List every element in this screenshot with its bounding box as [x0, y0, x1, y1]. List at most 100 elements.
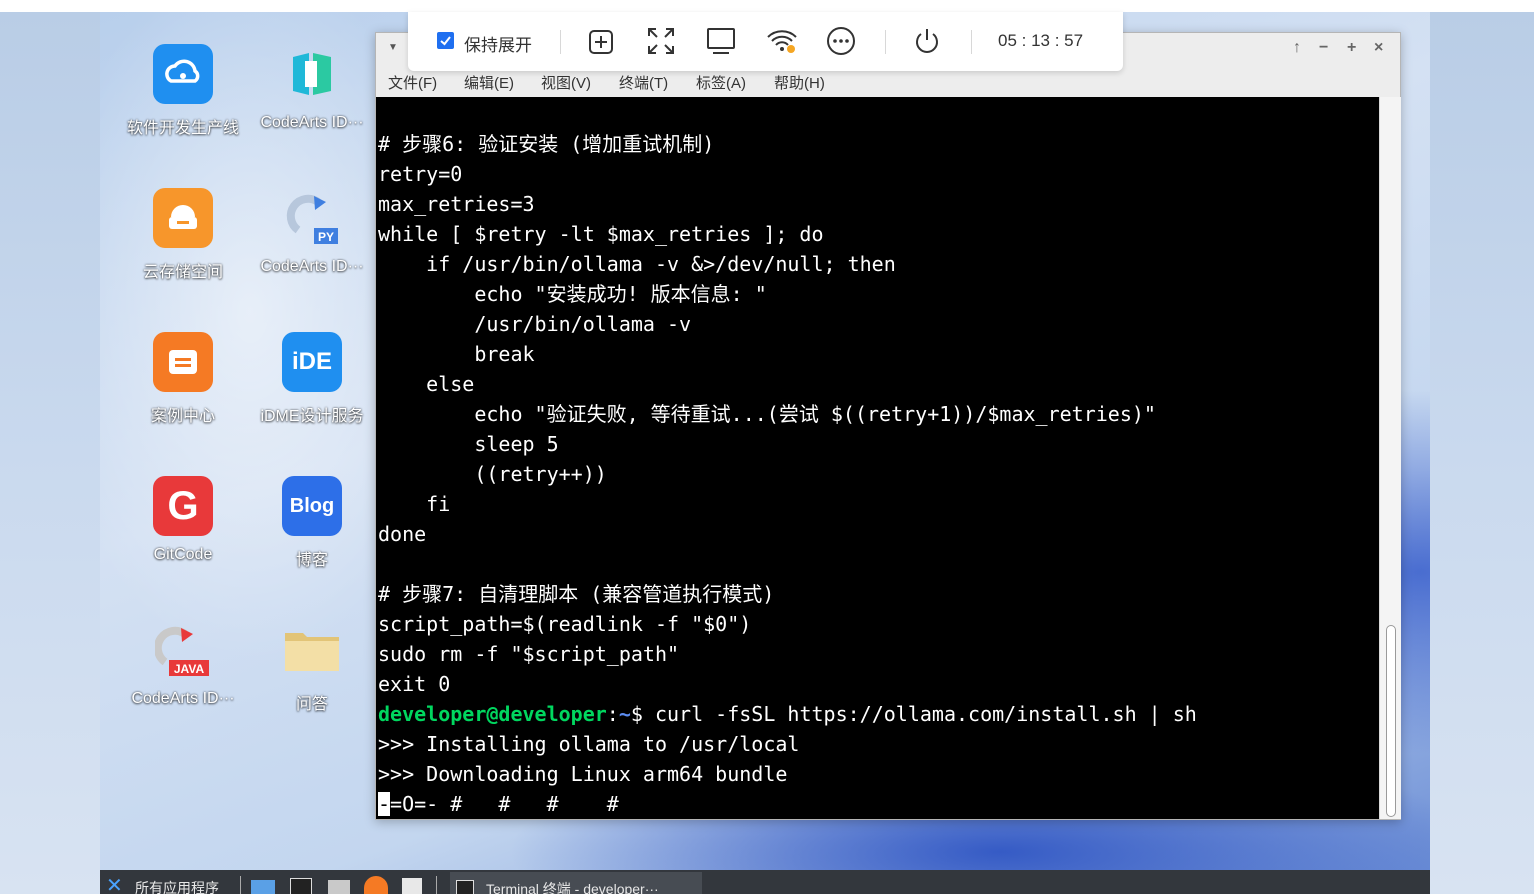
blog-icon: Blog — [282, 476, 342, 536]
keep-expanded-label[interactable]: 保持展开 — [464, 31, 532, 56]
codearts-java-icon: JAVA — [153, 620, 213, 680]
add-window-icon[interactable] — [585, 26, 615, 56]
desktop-icon-label: 软件开发生产线 — [126, 120, 239, 137]
wifi-icon[interactable] — [766, 26, 797, 56]
taskbar-divider — [240, 876, 241, 894]
minimize-icon[interactable]: − — [1319, 39, 1328, 57]
all-apps-button[interactable]: 所有应用程序 — [135, 878, 219, 894]
prompt-command: curl -fsSL https://ollama.com/install.sh… — [642, 702, 1197, 726]
desktop-icon-cloud-storage[interactable]: 云存储空间 — [119, 188, 247, 282]
menu-help[interactable]: 帮助(H) — [774, 72, 825, 93]
code-line: # 步骤7: 自清理脚本 (兼容管道执行模式) — [378, 582, 775, 606]
desktop-icon-gitcode[interactable]: G GitCode — [119, 476, 247, 564]
code-line: sleep 5 — [378, 432, 559, 456]
code-line: done — [378, 522, 427, 546]
taskbar-window-terminal[interactable]: Terminal 终端 - developer··· — [450, 872, 702, 894]
menu-view[interactable]: 视图(V) — [541, 72, 591, 93]
code-line: sudo rm -f "$script_path" — [378, 642, 680, 666]
toolbar-divider — [885, 30, 886, 54]
taskbar-window-label: Terminal 终端 - developer··· — [486, 881, 659, 894]
remote-toolbar: 保持展开 05 : 13 : 57 — [408, 12, 1123, 71]
close-icon[interactable]: × — [1374, 39, 1383, 57]
desktop-icon-idme[interactable]: iDE iDME设计服务 — [248, 332, 376, 426]
maximize-icon[interactable]: + — [1347, 39, 1356, 57]
output-line: >>> Installing ollama to /usr/local — [378, 732, 800, 756]
prompt-path: ~ — [618, 702, 631, 726]
code-line: max_retries=3 — [378, 192, 535, 216]
desktop-icon-label: CodeArts ID··· — [260, 258, 364, 275]
svg-text:PY: PY — [318, 230, 334, 244]
code-line: fi — [378, 492, 451, 516]
terminal-output[interactable]: # 步骤6: 验证安装 (增加重试机制) retry=0 max_retries=3… — [376, 97, 1379, 819]
cloud-pipeline-icon — [153, 44, 213, 104]
menu-edit[interactable]: 编辑(E) — [464, 72, 514, 93]
menu-tabs[interactable]: 标签(A) — [696, 72, 746, 93]
desktop-icon-label: 博客 — [295, 552, 328, 569]
cloud-storage-icon — [153, 188, 213, 248]
more-icon[interactable] — [826, 26, 856, 56]
desktop-icon-codearts-1[interactable]: CodeArts ID··· — [248, 44, 376, 132]
svg-text:JAVA: JAVA — [174, 662, 205, 676]
code-line: exit 0 — [378, 672, 451, 696]
case-center-icon — [153, 332, 213, 392]
desktop-icon-case-center[interactable]: 案例中心 — [119, 332, 247, 426]
terminal-launcher-icon[interactable] — [290, 878, 312, 894]
taskbar-divider — [436, 876, 437, 894]
prompt-user: developer@developer — [378, 702, 607, 726]
desktop-icon-label: CodeArts ID··· — [131, 690, 235, 707]
terminal-scrollbar[interactable] — [1379, 97, 1401, 819]
progress-line: -=O=- # # # # — [378, 792, 619, 816]
code-line: else — [378, 372, 475, 396]
taskbar: ✕ 所有应用程序 Terminal 终端 - developer··· — [100, 870, 1430, 894]
window-above-icon[interactable]: ↑ — [1293, 39, 1301, 57]
desktop-icon-label: GitCode — [153, 546, 213, 563]
terminal-window-icon — [456, 880, 474, 894]
window-menu-icon[interactable]: ▼ — [388, 42, 398, 53]
code-line: if /usr/bin/ollama -v &>/dev/null; then — [378, 252, 896, 276]
desktop-icon-codearts-java[interactable]: JAVA CodeArts ID··· — [119, 620, 247, 708]
menu-terminal[interactable]: 终端(T) — [619, 72, 668, 93]
code-line: ((retry++)) — [378, 462, 607, 486]
scrollbar-thumb[interactable] — [1386, 625, 1396, 817]
code-line: # 步骤6: 验证安装 (增加重试机制) — [378, 132, 715, 156]
desktop-icon-qa-folder[interactable]: 问答 — [248, 620, 376, 714]
desktop-icon-label: iDME设计服务 — [260, 408, 364, 425]
toolbar-divider — [560, 30, 561, 54]
code-line: /usr/bin/ollama -v — [378, 312, 692, 336]
output-line: >>> Downloading Linux arm64 bundle — [378, 762, 788, 786]
code-line: echo "安装成功! 版本信息: " — [378, 282, 767, 306]
power-icon[interactable] — [912, 26, 942, 56]
app-menu-icon[interactable]: ✕ — [106, 873, 123, 894]
desktop-icon-label: 案例中心 — [150, 408, 215, 425]
toolbar-divider — [971, 30, 972, 54]
desktop-icon-devcloud[interactable]: 软件开发生产线 — [119, 44, 247, 138]
terminal-text: # 步骤6: 验证安装 (增加重试机制) retry=0 max_retries=3… — [378, 129, 1197, 819]
terminal-window[interactable]: ▼ ↑ − + × 文件(F) 编辑(E) 视图(V) 终端(T) 标签(A) … — [375, 32, 1401, 820]
menu-file[interactable]: 文件(F) — [388, 72, 437, 93]
desktop-icon-label: CodeArts ID··· — [260, 114, 364, 131]
code-line: script_path=$(readlink -f "$0") — [378, 612, 752, 636]
show-desktop-icon[interactable] — [251, 880, 275, 894]
code-line: break — [378, 342, 535, 366]
prompt-line: developer@developer:~$ curl -fsSL https:… — [378, 702, 1197, 726]
codearts-ide-icon — [282, 44, 342, 104]
folder-icon — [282, 620, 342, 680]
desktop-icon-blog[interactable]: Blog 博客 — [248, 476, 376, 570]
cursor: - — [378, 792, 391, 816]
session-timer: 05 : 13 : 57 — [998, 31, 1084, 50]
prompt-symbol: $ — [630, 702, 643, 726]
file-manager-icon[interactable] — [328, 880, 350, 894]
idme-icon: iDE — [282, 332, 342, 392]
search-icon[interactable] — [402, 878, 422, 894]
code-line: while [ $retry -lt $max_retries ]; do — [378, 222, 824, 246]
display-icon[interactable] — [706, 26, 736, 56]
gitcode-icon: G — [153, 476, 213, 536]
desktop-icon-label: 问答 — [295, 696, 328, 713]
code-line: echo "验证失败, 等待重试...(尝试 $((retry+1))/$max… — [378, 402, 1156, 426]
desktop-icon-label: 云存储空间 — [142, 264, 223, 281]
firefox-icon[interactable] — [364, 876, 388, 894]
keep-expanded-checkbox[interactable] — [437, 32, 454, 49]
fullscreen-icon[interactable] — [646, 26, 676, 56]
desktop-icon-codearts-py[interactable]: PY CodeArts ID··· — [248, 188, 376, 276]
